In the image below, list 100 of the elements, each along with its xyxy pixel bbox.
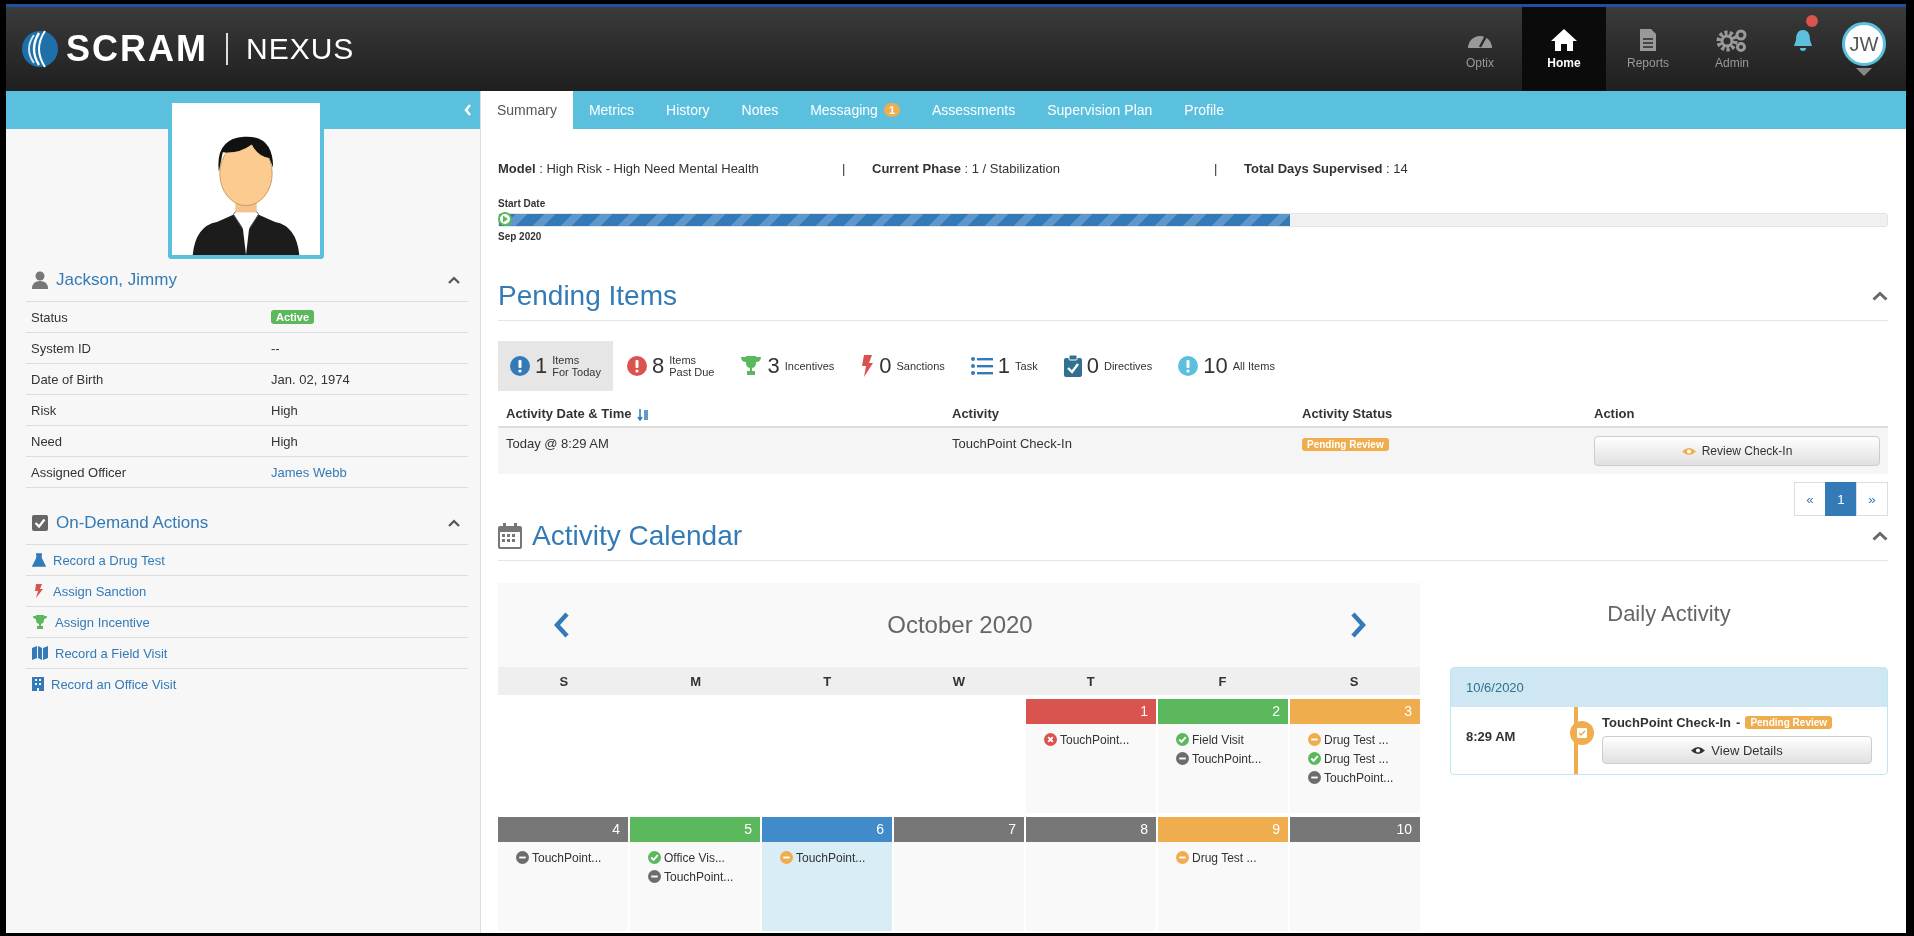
exclamation-icon — [1178, 356, 1199, 376]
nav-item[interactable]: Reports — [1606, 7, 1690, 91]
filter-button[interactable]: 1 Task — [958, 341, 1050, 391]
day-number: 5 — [630, 817, 760, 842]
month-title: October 2020 — [887, 611, 1033, 639]
action-link[interactable]: Record a Field Visit — [55, 645, 168, 661]
checkbox-icon — [32, 515, 48, 531]
detail-label: Need — [31, 433, 64, 449]
event-label[interactable]: Drug Test ... — [1324, 732, 1389, 747]
minus-icon — [648, 870, 661, 883]
page-button[interactable]: « — [1794, 482, 1826, 516]
minus-icon — [780, 851, 793, 864]
filter-button[interactable]: 3 Incentives — [728, 341, 847, 391]
calendar-day[interactable]: 1 TouchPoint... — [1026, 699, 1156, 813]
calendar-day[interactable]: 5 Office Vis... TouchPoint... — [630, 817, 760, 931]
caret-icon — [1856, 68, 1872, 76]
event-label[interactable]: Office Vis... — [664, 850, 725, 865]
filter-button[interactable]: 10 All Items — [1166, 341, 1287, 391]
view-details-button[interactable]: View Details — [1602, 736, 1872, 764]
table-cell: TouchPoint Check-In — [944, 427, 1294, 474]
event-label[interactable]: TouchPoint... — [1060, 732, 1130, 747]
day-number: 4 — [498, 817, 628, 842]
day-number: 6 — [762, 817, 892, 842]
event-label[interactable]: TouchPoint... — [1324, 770, 1394, 785]
calendar-day[interactable]: 6 TouchPoint... — [762, 817, 892, 931]
collapse-chevron-icon[interactable] — [448, 519, 460, 527]
next-month-icon[interactable] — [1350, 612, 1366, 638]
home-icon — [1550, 28, 1578, 52]
status-badge: Active — [271, 310, 315, 324]
event-label[interactable]: Drug Test ... — [1324, 751, 1389, 766]
calendar-icon — [498, 523, 522, 549]
trophy-icon — [740, 356, 763, 376]
product-name: NEXUS — [246, 32, 355, 66]
nav-item[interactable]: Optix — [1438, 7, 1522, 91]
map-icon — [32, 646, 48, 660]
clipboard-icon — [1063, 355, 1082, 377]
calendar-day[interactable]: 9 Drug Test ... — [1158, 817, 1288, 931]
previous-month-icon[interactable] — [554, 612, 570, 638]
day-number: 3 — [1290, 699, 1420, 724]
minus-icon — [1308, 733, 1321, 746]
eye-icon — [1681, 446, 1696, 456]
minus-icon — [1176, 752, 1189, 765]
filter-button[interactable]: 0 Directives — [1051, 341, 1165, 391]
collapse-chevron-icon[interactable] — [1872, 531, 1888, 541]
action-link[interactable]: Record an Office Visit — [51, 676, 177, 692]
event-label[interactable]: TouchPoint... — [796, 850, 866, 865]
summary-field: Current Phase : 1 / Stabilization — [872, 161, 1214, 176]
tab[interactable]: Summary — [481, 91, 573, 129]
action-link[interactable]: Record a Drug Test — [53, 552, 165, 568]
minus-icon — [1308, 771, 1321, 784]
calendar-day[interactable]: 3 Drug Test ... Drug Test ... TouchPoint... — [1290, 699, 1420, 813]
trophy-icon — [32, 615, 48, 629]
nav-item[interactable]: Home — [1522, 7, 1606, 91]
lightning-icon — [860, 355, 875, 377]
collapse-chevron-icon[interactable] — [1872, 291, 1888, 301]
calendar-day[interactable]: 7 — [894, 817, 1024, 931]
check-icon — [1176, 733, 1189, 746]
page-button[interactable]: 1 — [1825, 482, 1857, 516]
document-icon — [1638, 28, 1658, 52]
section-title: On-Demand Actions — [56, 513, 210, 533]
collapse-chevron-icon[interactable] — [448, 276, 460, 284]
event-label[interactable]: Field Visit — [1192, 732, 1244, 747]
review-button[interactable]: Review Check-In — [1594, 436, 1880, 466]
event-label[interactable]: TouchPoint... — [1192, 751, 1262, 766]
calendar-day[interactable]: 2 Field Visit TouchPoint... — [1158, 699, 1288, 813]
lightning-icon — [32, 584, 46, 598]
day-number: 10 — [1290, 817, 1420, 842]
officer-link[interactable]: James Webb — [271, 464, 347, 480]
weekday-label: T — [1085, 673, 1096, 689]
status-badge: Pending Review — [1302, 438, 1389, 451]
action-link[interactable]: Assign Incentive — [55, 614, 150, 630]
page-button[interactable]: » — [1856, 482, 1888, 516]
day-number: 2 — [1158, 699, 1288, 724]
calendar-day[interactable]: 10 — [1290, 817, 1420, 931]
filter-button[interactable]: 0 Sanctions — [848, 341, 957, 391]
nav-item[interactable]: Admin — [1690, 7, 1774, 91]
calendar-day[interactable]: 8 — [1026, 817, 1156, 931]
detail-label: Status — [31, 309, 69, 325]
event-label[interactable]: Drug Test ... — [1192, 850, 1257, 865]
activity-time: 8:29 AM — [1465, 728, 1517, 746]
sort-icon[interactable] — [637, 408, 650, 421]
eye-icon — [1691, 745, 1706, 755]
detail-value: High — [271, 402, 298, 418]
date-header: 10/6/2020 — [1451, 668, 1887, 707]
dash: - — [1736, 715, 1741, 730]
minus-icon — [516, 851, 529, 864]
flask-icon — [32, 553, 46, 567]
detail-value: High — [271, 433, 298, 449]
event-label[interactable]: TouchPoint... — [532, 850, 602, 865]
check-icon — [1308, 752, 1321, 765]
calendar-day[interactable]: 4 TouchPoint... — [498, 817, 628, 931]
list-icon — [970, 357, 993, 375]
weekday-label: S — [1348, 673, 1360, 689]
minus-icon — [1176, 851, 1189, 864]
user-avatar[interactable]: JW — [1842, 22, 1886, 66]
detail-label: System ID — [31, 340, 92, 356]
separator: | — [842, 161, 847, 176]
section-heading: Activity Calendar — [532, 520, 744, 552]
event-label[interactable]: TouchPoint... — [664, 869, 734, 884]
action-link[interactable]: Assign Sanction — [53, 583, 147, 599]
